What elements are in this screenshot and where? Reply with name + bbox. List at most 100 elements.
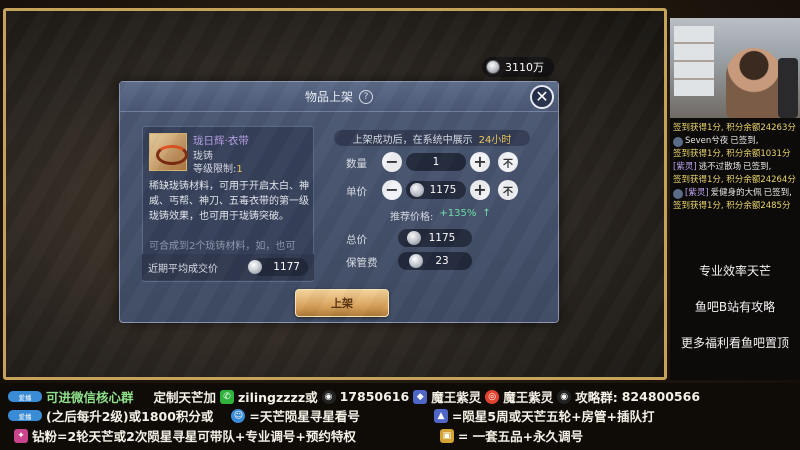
total-price-value: 1175 (428, 232, 456, 244)
silver-coin-icon (409, 254, 424, 268)
group-number: 824800566 (621, 389, 701, 404)
bottom-info-bar: 爱播 可进微信核心群 定制天芒加 ✆ zilingzzzz或 ◉ 1785061… (0, 383, 800, 450)
group-label: 攻略群: (575, 390, 618, 405)
silver-coin-icon (248, 260, 262, 274)
row3-text-2: = 一套五品+永久调号 (457, 429, 584, 444)
item-name: 珑日辉·衣带 (193, 135, 249, 147)
weibo-name-1: 魔王紫灵 (431, 390, 482, 405)
currency-amount: 3110万 (505, 61, 544, 74)
list-item-dialog: 物品上架 ? ✕ 珑日辉·衣带 珑铸 等级限制:1 稀缺珑铸材料，可用于开启太白… (119, 81, 559, 323)
chat-text: 已签到, (743, 162, 772, 172)
item-level-value: 1 (236, 164, 243, 175)
recommended-price: 推荐价格: +135% ↑ (390, 208, 491, 223)
listing-info-text: 上架成功后，在系统中展示 (352, 134, 473, 146)
game-viewport: 3110万 物品上架 ? ✕ 珑日辉·衣带 珑铸 等级限制:1 稀缺珑铸材料，可… (3, 8, 667, 380)
chat-user-line: [紫灵] 爱健身的大佩 已签到, (670, 187, 800, 200)
chat-system-line: 签到获得1分, 积分余额24263分 (673, 123, 796, 133)
weibo-name-2: 魔王紫灵 (503, 390, 554, 405)
item-level-label: 等级限制: (193, 164, 237, 175)
chat-username[interactable]: 爱健身的大佩 (711, 187, 762, 200)
quantity-input[interactable]: 1 (406, 153, 466, 171)
price-max-button[interactable]: 不 (498, 180, 518, 200)
silver-coin-icon (409, 183, 424, 197)
quantity-label: 数量 (346, 158, 367, 170)
chat-system-line: 签到获得1分, 积分余额2485分 (673, 201, 791, 211)
row2-text-3: =陨星5周或天芒五轮+房管+插队打 (451, 409, 655, 424)
dialog-title: 物品上架 (304, 90, 353, 104)
storage-fee-value: 23 (435, 255, 449, 267)
price-increase-button[interactable]: + (470, 180, 490, 200)
chat-username[interactable]: Seven兮夜 (685, 135, 728, 148)
chat-system-line: 签到获得1分, 积分余额1031分 (673, 149, 791, 159)
webcam-feed (670, 18, 800, 118)
currency-display: 3110万 (482, 57, 554, 77)
item-description: 稀缺珑铸材料，可用于开启太白、神威、丐帮、神刀、五毒衣带的第一级珑铸效果，也可用… (149, 181, 309, 222)
storage-fee-label: 保管费 (346, 257, 378, 269)
webcam-chair (778, 58, 798, 118)
douyu-icon: ◆ (413, 389, 428, 404)
promo-text: 专业效率天芒 (698, 264, 771, 278)
total-price-label: 总价 (346, 234, 367, 246)
recommend-label: 推荐价格: (390, 212, 434, 223)
chat-system-line: 签到获得1分, 积分余额24264分 (673, 175, 796, 185)
belt-item-icon[interactable] (149, 133, 188, 171)
wechat-id: zilingzzzz或 (238, 390, 318, 405)
streamer-figure (726, 48, 782, 118)
custom-text: 定制天芒加 (153, 390, 217, 405)
qq-group-icon: ◉ (557, 389, 572, 404)
silver-coin-icon (486, 60, 500, 74)
unit-price-value: 1175 (429, 184, 457, 196)
treasure-icon: ▣ (439, 428, 454, 443)
recommend-value: +135% (439, 208, 477, 219)
close-button[interactable]: ✕ (530, 85, 554, 109)
chat-user-line: [紫灵] 逃不过散场 已签到, (670, 161, 800, 174)
webcam-shelf (674, 26, 714, 96)
promo-text: 鱼吧B站有攻略 (694, 300, 776, 314)
qq-number: 17850616 (339, 389, 410, 404)
qq-icon: ◉ (321, 389, 336, 404)
stream-screen: 3110万 物品上架 ? ✕ 珑日辉·衣带 珑铸 等级限制:1 稀缺珑铸材料，可… (0, 0, 800, 450)
dialog-header: 物品上架 ? (120, 82, 558, 112)
user-avatar (673, 136, 683, 147)
avg-price-value: 1177 (273, 261, 300, 273)
chat-feed: 签到获得1分, 积分余额24263分 Seven兮夜 已签到, 签到获得1分, … (670, 122, 800, 213)
info-row-3: ✦ 钻粉=2轮天芒或2次陨星寻星可带队+专业调号+预约特权 ▣ = 一套五品+永… (14, 426, 583, 445)
gift-icon: ✦ (14, 428, 28, 443)
fan-badge: 爱播 (8, 391, 42, 402)
user-avatar (673, 188, 683, 199)
chat-text: 已签到, (763, 188, 792, 198)
wechat-icon: ✆ (220, 389, 235, 404)
unit-price-input[interactable]: 1175 (406, 181, 466, 199)
chat-text: 已签到, (730, 136, 759, 146)
stream-sidebar: 签到获得1分, 积分余额24263分 Seven兮夜 已签到, 签到获得1分, … (670, 18, 800, 380)
avg-price-pill: 1177 (248, 258, 308, 276)
submit-listing-button[interactable]: 上架 (295, 289, 389, 317)
silver-coin-icon (406, 231, 421, 245)
price-decrease-button[interactable]: − (382, 180, 402, 200)
row3-text-1: 钻粉=2轮天芒或2次陨星寻星可带队+专业调号+预约特权 (32, 429, 356, 444)
row2-text-1: (之后每升2级)或1800积分或 (46, 409, 214, 424)
up-arrow-icon: ↑ (482, 208, 491, 219)
unit-price-label: 单价 (346, 186, 367, 198)
row2-text-2: =天芒陨星寻星看号 (249, 409, 360, 424)
listing-duration: 24小时 (478, 134, 512, 146)
quantity-decrease-button[interactable]: − (382, 152, 402, 172)
chat-user-line: Seven兮夜 已签到, (670, 135, 800, 148)
info-row-2: 爱播 (之后每升2级)或1800积分或 ☺ =天芒陨星寻星看号 ▲ =陨星5周或… (8, 406, 655, 425)
listing-info-banner: 上架成功后，在系统中展示 24小时 (334, 130, 530, 146)
storage-fee-display: 23 (398, 252, 472, 270)
quantity-increase-button[interactable]: + (470, 152, 490, 172)
chat-user-tag: [紫灵] (685, 188, 709, 198)
item-level: 等级限制:1 (193, 160, 243, 175)
quantity-max-button[interactable]: 不 (498, 152, 518, 172)
chat-username[interactable]: 逃不过散场 (699, 161, 742, 174)
info-row-1: 爱播 可进微信核心群 定制天芒加 ✆ zilingzzzz或 ◉ 1785061… (8, 387, 700, 406)
chat-user-tag: [紫灵] (673, 162, 697, 172)
avg-price-row: 近期平均成交价 1177 (142, 254, 314, 280)
help-icon[interactable]: ? (359, 89, 373, 104)
weibo-icon: ◎ (485, 389, 500, 404)
total-price-display: 1175 (398, 229, 472, 247)
item-description-more: 可合成到2个珑铸材料，如，也可 (149, 241, 296, 252)
emoji-icon: ☺ (231, 408, 246, 423)
avg-price-label: 近期平均成交价 (148, 263, 218, 275)
